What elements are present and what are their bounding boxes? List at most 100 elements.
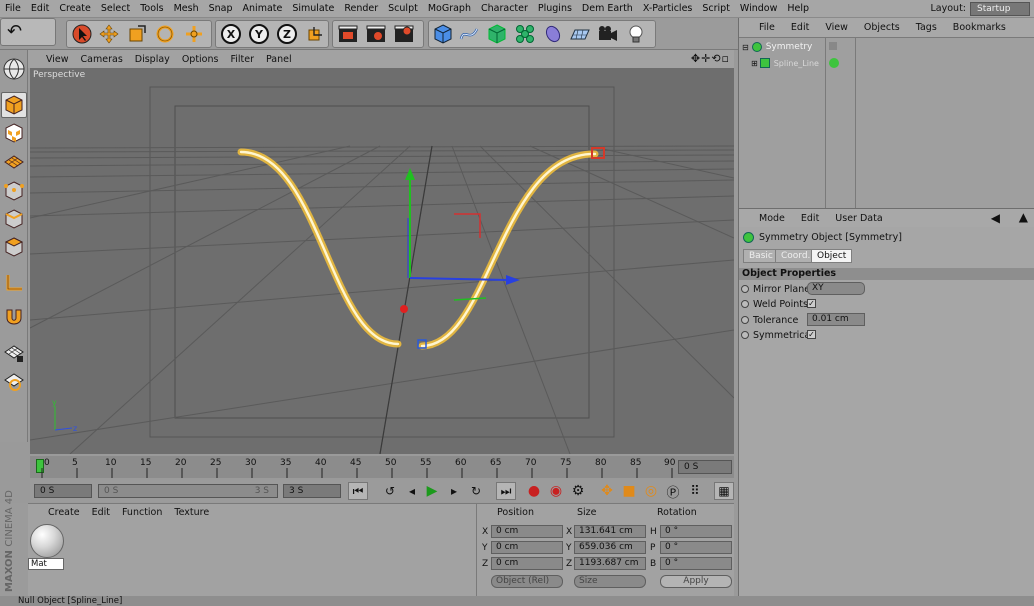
rot-h-field[interactable]: 0 °: [660, 525, 732, 538]
symmetrical-checkbox[interactable]: ✓: [807, 330, 816, 339]
viewport-menu-cameras[interactable]: Cameras: [75, 54, 129, 65]
workplane-icon[interactable]: [1, 148, 27, 174]
texture-mode-icon[interactable]: [1, 120, 27, 146]
play-icon[interactable]: ▶: [422, 482, 442, 500]
viewport-menu-display[interactable]: Display: [129, 54, 176, 65]
rotate-tool-icon[interactable]: [152, 21, 178, 47]
viewport-menu-options[interactable]: Options: [176, 54, 225, 65]
menu-window[interactable]: Window: [735, 3, 782, 14]
tolerance-anim-dot[interactable]: [741, 316, 749, 324]
y-axis-lock[interactable]: Y: [249, 24, 269, 44]
back-arrow-icon[interactable]: ◀: [991, 211, 1000, 225]
keyframe-selection-icon[interactable]: ⚙: [568, 482, 588, 500]
nurbs-icon[interactable]: [484, 21, 510, 47]
deformer-icon[interactable]: [540, 21, 566, 47]
autokey-icon[interactable]: ◉: [546, 482, 566, 500]
object-menu-file[interactable]: File: [739, 22, 783, 33]
edges-mode-icon[interactable]: [1, 206, 27, 232]
material-swatch[interactable]: [30, 524, 64, 558]
key-scale-icon[interactable]: ■: [619, 482, 639, 500]
floor-scene-icon[interactable]: [567, 21, 593, 47]
array-cloner-icon[interactable]: [512, 21, 538, 47]
go-to-end-icon[interactable]: ⏭: [496, 482, 516, 500]
select-arrow-icon[interactable]: [69, 21, 95, 47]
object-menu-bookmarks[interactable]: Bookmarks: [945, 22, 1014, 33]
move-tool-icon[interactable]: [96, 21, 122, 47]
size-y-field[interactable]: 659.036 cm: [574, 541, 646, 554]
key-position-icon[interactable]: ✥: [597, 482, 617, 500]
pos-x-field[interactable]: 0 cm: [491, 525, 563, 538]
timeline-ruler[interactable]: 0 5 10 15 20 25 30 35 40 45 50 55 60 65 …: [30, 456, 734, 478]
material-menu-create[interactable]: Create: [28, 507, 86, 518]
spline-status-check-icon[interactable]: [829, 58, 839, 68]
weld-points-anim-dot[interactable]: [741, 300, 749, 308]
menu-render[interactable]: Render: [339, 3, 383, 14]
next-key-icon[interactable]: ↻: [466, 482, 486, 500]
model-mode-icon[interactable]: [1, 92, 27, 118]
object-row-symmetry[interactable]: ⊟ Symmetry: [739, 40, 825, 54]
menu-simulate[interactable]: Simulate: [287, 3, 339, 14]
menu-plugins[interactable]: Plugins: [533, 3, 577, 14]
tab-object[interactable]: Object: [811, 249, 853, 263]
viewport-nav-icons[interactable]: ✥✛⟲▫: [691, 52, 730, 65]
object-menu-objects[interactable]: Objects: [856, 22, 908, 33]
key-rotation-icon[interactable]: ◎: [641, 482, 661, 500]
menu-snap[interactable]: Snap: [204, 3, 238, 14]
polygons-mode-icon[interactable]: [1, 234, 27, 260]
camera-icon[interactable]: [595, 21, 621, 47]
viewport-menu-view[interactable]: View: [28, 54, 75, 65]
layout-select[interactable]: Startup: [970, 2, 1030, 16]
viewport-menu-panel[interactable]: Panel: [260, 54, 298, 65]
mirror-plane-select[interactable]: XY: [807, 282, 865, 295]
menu-edit[interactable]: Edit: [26, 3, 54, 14]
points-mode-icon[interactable]: [1, 178, 27, 204]
object-name[interactable]: Spline_Line: [774, 59, 819, 68]
menu-x-particles[interactable]: X-Particles: [638, 3, 698, 14]
go-to-start-icon[interactable]: ⏮: [348, 482, 368, 500]
coordinate-system-icon[interactable]: [302, 21, 328, 47]
menu-create[interactable]: Create: [54, 3, 96, 14]
z-axis-lock[interactable]: Z: [277, 24, 297, 44]
transform-tool-icon[interactable]: [181, 21, 207, 47]
material-menu-edit[interactable]: Edit: [86, 507, 116, 518]
axis-mode-icon[interactable]: [1, 270, 27, 296]
object-menu-tags[interactable]: Tags: [908, 22, 945, 33]
viewport-menu-filter[interactable]: Filter: [224, 54, 260, 65]
weld-points-checkbox[interactable]: ✓: [807, 299, 816, 308]
start-frame-field[interactable]: 0 S: [34, 484, 92, 498]
menu-character[interactable]: Character: [476, 3, 533, 14]
frame-range-slider[interactable]: 0 S 3 S: [98, 484, 278, 498]
material-menu-function[interactable]: Function: [116, 507, 168, 518]
attributes-menu-mode[interactable]: Mode: [739, 213, 793, 224]
x-axis-lock[interactable]: X: [221, 24, 241, 44]
previous-frame-icon[interactable]: ◂: [402, 482, 422, 500]
key-parameter-icon[interactable]: Ⓟ: [663, 482, 683, 501]
collapse-icon[interactable]: ⊟: [742, 43, 749, 52]
pos-z-field[interactable]: 0 cm: [491, 557, 563, 570]
menu-mograph[interactable]: MoGraph: [423, 3, 476, 14]
tolerance-field[interactable]: 0.01 cm: [807, 313, 865, 326]
key-pla-icon[interactable]: ⠿: [685, 482, 705, 500]
snap-magnet-icon[interactable]: [1, 304, 27, 330]
coordinate-mode-select[interactable]: Object (Rel): [491, 575, 563, 588]
up-arrow-icon[interactable]: ▲: [1019, 210, 1028, 224]
visibility-dots[interactable]: [829, 42, 837, 50]
render-picture-viewer-icon[interactable]: [363, 21, 389, 47]
spline-pen-icon[interactable]: [456, 21, 482, 47]
cube-primitive-icon[interactable]: [430, 21, 456, 47]
rot-b-field[interactable]: 0 °: [660, 557, 732, 570]
size-x-field[interactable]: 131.641 cm: [574, 525, 646, 538]
menu-dem-earth[interactable]: Dem Earth: [577, 3, 638, 14]
symmetrical-anim-dot[interactable]: [741, 331, 749, 339]
locked-workplane-icon[interactable]: [1, 340, 27, 366]
material-menu-texture[interactable]: Texture: [168, 507, 215, 518]
mirror-plane-anim-dot[interactable]: [741, 285, 749, 293]
object-name[interactable]: Symmetry: [766, 42, 813, 52]
menu-script[interactable]: Script: [697, 3, 735, 14]
undo-button[interactable]: ↶: [0, 18, 56, 46]
menu-file[interactable]: File: [0, 3, 26, 14]
menu-help[interactable]: Help: [782, 3, 814, 14]
object-menu-edit[interactable]: Edit: [783, 22, 817, 33]
material-name-label[interactable]: Mat: [28, 558, 64, 570]
perspective-viewport[interactable]: Perspective y z: [30, 68, 734, 454]
